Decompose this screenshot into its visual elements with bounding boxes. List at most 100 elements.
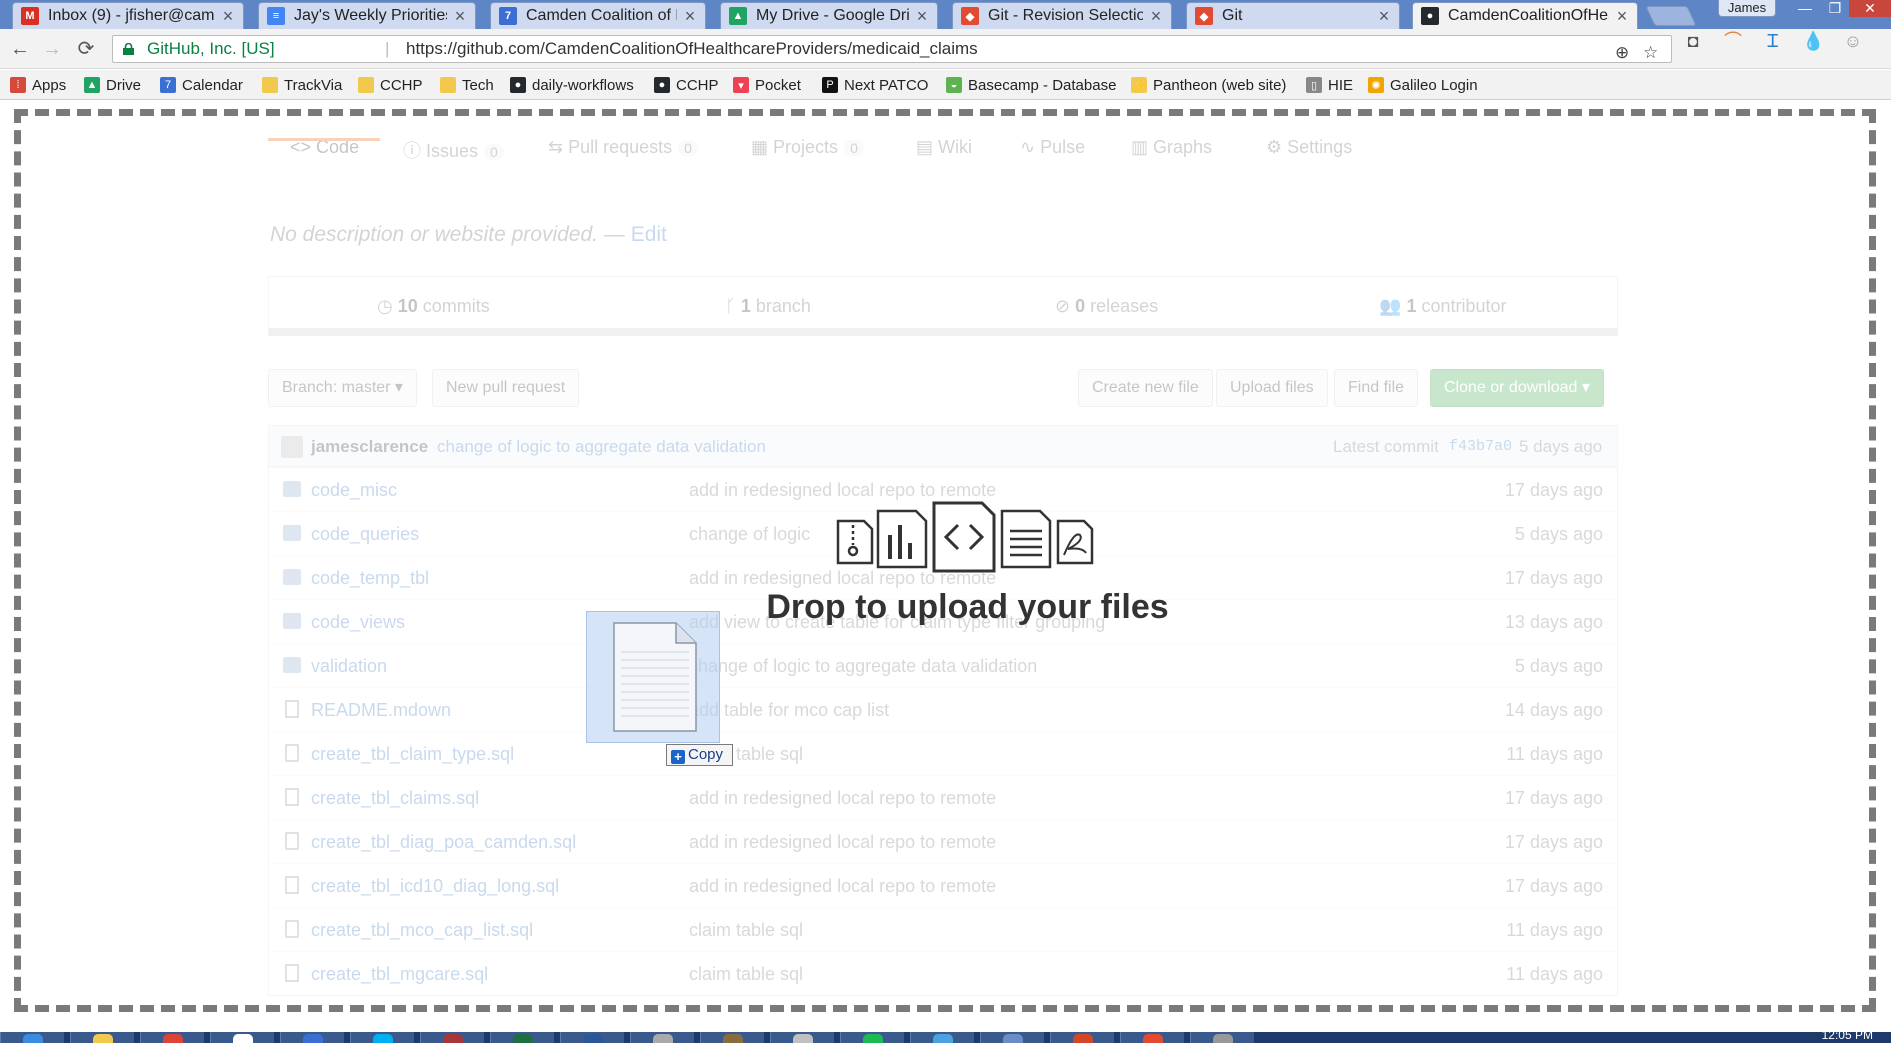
bookmark-item[interactable]: ▯ HIE [1306, 75, 1353, 95]
back-button[interactable]: ← [6, 35, 34, 63]
bookmark-label: daily-workflows [532, 76, 634, 94]
bookmark-item[interactable]: Tech [440, 75, 494, 95]
bookmark-item[interactable]: ◒ Basecamp - Database [946, 75, 1116, 95]
explorer-icon[interactable] [1190, 1032, 1254, 1043]
browser-tab[interactable]: ● CamdenCoalitionOfHea × [1412, 2, 1638, 29]
dragged-file-ghost [586, 611, 720, 743]
url-text[interactable]: https://github.com/CamdenCoalitionOfHeal… [406, 36, 978, 62]
pantheon-icon: ⚡ [1131, 77, 1147, 93]
terminal-icon[interactable] [560, 1032, 624, 1043]
bookmark-item[interactable]: ▲ Drive [84, 75, 141, 95]
git-gui-icon[interactable] [630, 1032, 694, 1043]
bookmark-item[interactable]: ● daily-workflows [510, 75, 634, 95]
bookmark-item[interactable]: ▾ Pocket [733, 75, 801, 95]
bookmark-item[interactable]: ✺ Galileo Login [1368, 75, 1478, 95]
google-drive-icon: ▲ [729, 7, 747, 25]
tab-close-icon[interactable]: × [1377, 6, 1391, 27]
chrome-icon[interactable] [140, 1032, 204, 1043]
window-close-button[interactable]: ✕ [1849, 0, 1891, 17]
tab-title: Git [1222, 7, 1243, 24]
tab-close-icon[interactable]: × [683, 6, 697, 27]
spotify-icon[interactable] [840, 1032, 904, 1043]
start-button-glyph [23, 1034, 43, 1043]
rainbow-extension-icon[interactable]: ⌒ [1722, 30, 1744, 52]
file-explorer-icon-glyph [93, 1034, 113, 1043]
code-file-icon [932, 501, 996, 573]
git-icon: ◆ [1195, 7, 1213, 25]
tab-close-icon[interactable]: × [453, 6, 467, 27]
powerpoint-icon-glyph [1073, 1034, 1093, 1043]
bookmark-label: Galileo Login [1390, 76, 1478, 94]
bookmark-label: Calendar [182, 76, 243, 94]
access-icon[interactable] [420, 1032, 484, 1043]
powerpoint-icon[interactable] [1050, 1032, 1114, 1043]
bookmark-label: TrackVia [284, 76, 343, 94]
nyt-extension-icon[interactable]: Ꮖ [1762, 30, 1784, 52]
gmail-icon: M [21, 7, 39, 25]
github-desktop-icon[interactable] [210, 1032, 274, 1043]
site-identity: GitHub, Inc. [US] [147, 39, 275, 58]
dbeaver-icon[interactable] [700, 1032, 764, 1043]
tab-title: Inbox (9) - jfisher@camc [48, 7, 215, 24]
browser-tab[interactable]: ◆ Git - Revision Selection × [952, 2, 1172, 29]
spotify-icon-glyph [863, 1034, 883, 1043]
calendar-app-icon[interactable] [280, 1032, 344, 1043]
git-cola-icon[interactable] [1120, 1032, 1184, 1043]
git-gui-icon-glyph [653, 1034, 673, 1043]
address-bar[interactable]: GitHub, Inc. [US] | https://github.com/C… [112, 35, 1672, 63]
plus-icon: + [671, 750, 685, 764]
new-tab-button[interactable] [1645, 6, 1697, 26]
excel-icon[interactable] [490, 1032, 554, 1043]
bookmarks-bar: ⁞ Apps ▲ Drive 7 Calendar TrackVia CCHP Tech ● dai… [0, 70, 1891, 100]
reload-button[interactable]: ⟳ [72, 35, 100, 63]
tab-title: CamdenCoalitionOfHea [1448, 7, 1609, 24]
copy-cursor-tooltip: + Copy [666, 744, 733, 766]
browser-tab[interactable]: ▲ My Drive - Google Drive × [720, 2, 938, 29]
tab-close-icon[interactable]: × [915, 6, 929, 27]
bookmark-label: Tech [462, 76, 494, 94]
forward-button[interactable]: → [38, 35, 66, 63]
sql-icon[interactable] [770, 1032, 834, 1043]
bookmark-item[interactable]: ⁞ Apps [10, 75, 66, 95]
bookmark-item[interactable]: ● CCHP [654, 75, 719, 95]
git-icon: ◆ [961, 7, 979, 25]
pocket-icon[interactable]: ◘ [1682, 30, 1704, 52]
bookmark-item[interactable]: 7 Calendar [160, 75, 243, 95]
tab-close-icon[interactable]: × [1615, 6, 1629, 27]
calendar-icon: 7 [160, 77, 176, 93]
bookmark-star-icon[interactable]: ☆ [1643, 40, 1658, 62]
lock-icon [123, 43, 134, 55]
bookmark-item[interactable]: CCHP [358, 75, 423, 95]
tab-title: Jay's Weekly Priorities - [294, 7, 447, 24]
tab-title: My Drive - Google Drive [756, 7, 909, 24]
drop-extension-icon[interactable]: 💧 [1802, 30, 1824, 52]
window-minimize-button[interactable]: — [1792, 0, 1818, 17]
profile-button[interactable]: James [1718, 0, 1776, 17]
bookmark-item[interactable]: ⚡ Pantheon (web site) [1131, 75, 1286, 95]
file-explorer-icon[interactable] [70, 1032, 134, 1043]
window-restore-button[interactable]: ❐ [1822, 0, 1848, 17]
notepad-icon[interactable] [910, 1032, 974, 1043]
terminal-icon-glyph [583, 1034, 603, 1043]
dbeaver-icon-glyph [723, 1034, 743, 1043]
bookmark-label: Pocket [755, 76, 801, 94]
patco-icon: P [822, 77, 838, 93]
browser-tab[interactable]: M Inbox (9) - jfisher@camc × [12, 2, 244, 29]
bookmark-label: Basecamp - Database [968, 76, 1117, 94]
start-button[interactable] [0, 1032, 64, 1043]
bookmark-item[interactable]: TrackVia [262, 75, 342, 95]
skype-icon[interactable] [350, 1032, 414, 1043]
bookmark-label: HIE [1328, 76, 1354, 94]
remote-desktop-icon[interactable] [980, 1032, 1044, 1043]
bookmark-item[interactable]: P Next PATCO [822, 75, 928, 95]
person-extension-icon[interactable]: ☺ [1842, 30, 1864, 52]
browser-tab[interactable]: ≡ Jay's Weekly Priorities - × [258, 2, 476, 29]
zoom-icon[interactable]: ⊕ [1615, 40, 1629, 62]
tab-close-icon[interactable]: × [1149, 6, 1163, 27]
browser-tab[interactable]: 7 Camden Coalition of He × [490, 2, 706, 29]
bookmark-label: Next PATCO [844, 76, 929, 94]
browser-tab[interactable]: ◆ Git × [1186, 2, 1400, 29]
pdf-file-icon [1056, 519, 1094, 565]
tab-close-icon[interactable]: × [221, 6, 235, 27]
bookmark-label: Apps [32, 76, 67, 94]
